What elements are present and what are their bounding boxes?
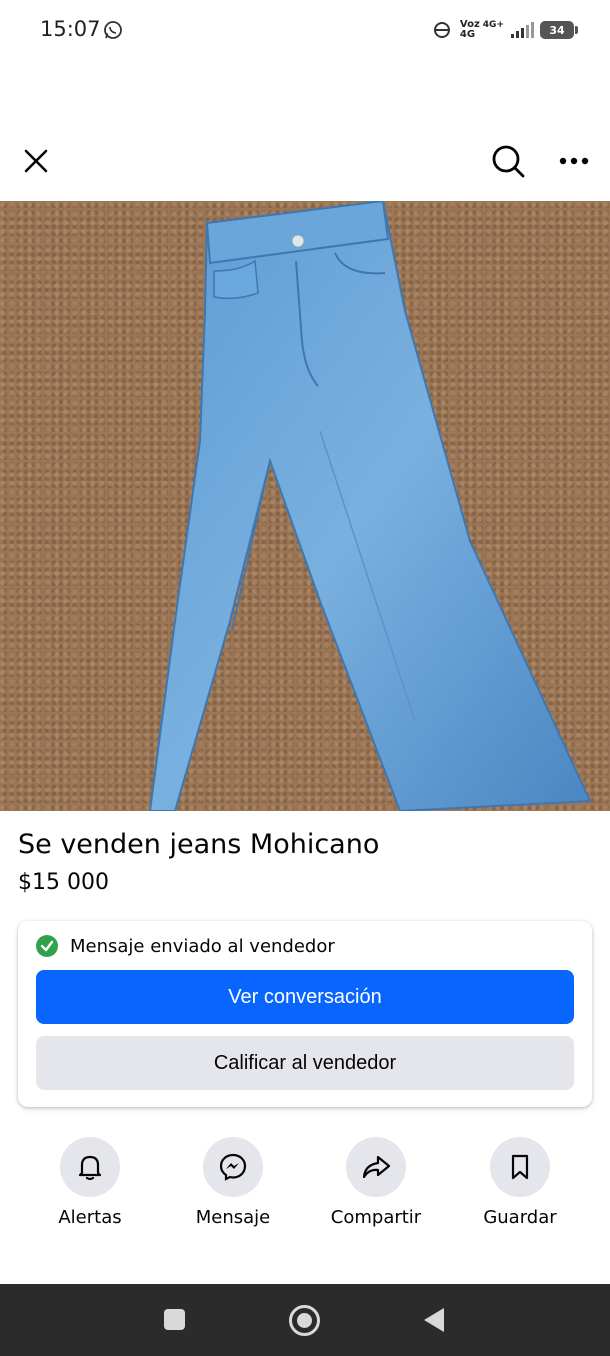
message-card: Mensaje enviado al vendedor Ver conversa… xyxy=(18,921,592,1107)
message-label: Mensaje xyxy=(195,1207,271,1228)
listing-price: $15 000 xyxy=(18,870,109,895)
signal-icon xyxy=(511,22,534,38)
network-4g: 4G xyxy=(459,29,476,40)
rate-seller-button[interactable]: Calificar al vendedor xyxy=(36,1036,574,1090)
battery-icon: 34 xyxy=(540,21,578,39)
messenger-icon xyxy=(219,1153,247,1181)
save-action[interactable]: Guardar xyxy=(455,1137,585,1228)
close-icon xyxy=(24,149,48,173)
bookmark-icon xyxy=(511,1154,529,1180)
more-icon xyxy=(559,157,589,165)
message-circle xyxy=(203,1137,263,1197)
jeans-image xyxy=(148,201,592,811)
share-circle xyxy=(346,1137,406,1197)
network-4g-plus: 4G+ xyxy=(482,20,504,30)
alerts-label: Alertas xyxy=(58,1207,122,1228)
alerts-circle xyxy=(60,1137,120,1197)
share-action[interactable]: Compartir xyxy=(311,1137,441,1228)
back-button[interactable] xyxy=(424,1308,444,1332)
product-photo[interactable] xyxy=(0,201,610,811)
check-circle-icon xyxy=(36,935,58,957)
recents-button[interactable] xyxy=(164,1309,185,1330)
bell-icon xyxy=(78,1155,102,1181)
alerts-action[interactable]: Alertas xyxy=(25,1137,155,1228)
share-label: Compartir xyxy=(330,1207,422,1228)
share-icon xyxy=(362,1155,391,1179)
status-bar: 15:07 Voz 4G+ 4G 34 xyxy=(0,0,610,62)
save-label: Guardar xyxy=(483,1207,557,1228)
message-action[interactable]: Mensaje xyxy=(168,1137,298,1228)
action-row: Alertas Mensaje Compartir Guardar xyxy=(0,1137,610,1237)
status-icons: Voz 4G+ 4G 34 xyxy=(430,16,578,44)
network-label: Voz 4G+ 4G xyxy=(460,20,504,40)
save-circle xyxy=(490,1137,550,1197)
whatsapp-icon xyxy=(104,21,122,39)
android-nav-bar xyxy=(0,1284,610,1356)
close-button[interactable] xyxy=(16,141,56,181)
status-time: 15:07 xyxy=(40,17,101,41)
link-icon xyxy=(433,22,450,38)
more-options-button[interactable] xyxy=(554,141,594,181)
listing-title: Se venden jeans Mohicano xyxy=(18,829,380,860)
message-sent-text: Mensaje enviado al vendedor xyxy=(70,935,335,957)
home-button[interactable] xyxy=(289,1305,320,1336)
search-button[interactable] xyxy=(488,141,528,181)
view-conversation-button[interactable]: Ver conversación xyxy=(36,970,574,1024)
battery-level: 34 xyxy=(549,23,565,37)
message-sent-status: Mensaje enviado al vendedor xyxy=(36,935,335,957)
search-icon xyxy=(492,145,525,178)
top-nav xyxy=(0,130,610,192)
